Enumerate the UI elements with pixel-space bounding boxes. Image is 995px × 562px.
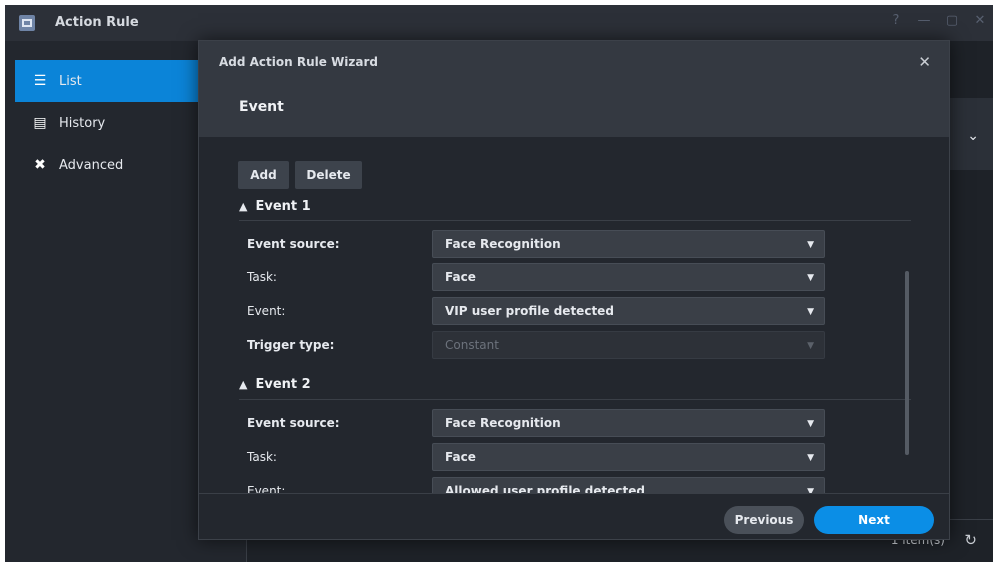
dropdown-arrow-icon: ▼ xyxy=(807,453,814,463)
tools-icon: ✖ xyxy=(34,157,46,173)
refresh-icon[interactable]: ↻ xyxy=(964,531,977,549)
trigger-type-label: Trigger type: xyxy=(247,338,335,352)
dropdown-arrow-icon: ▼ xyxy=(807,240,814,250)
task-label: Task: xyxy=(247,450,277,464)
divider xyxy=(239,220,911,221)
task-select[interactable]: Face ▼ xyxy=(432,263,825,291)
select-value: Face xyxy=(445,450,476,464)
wizard-title: Add Action Rule Wizard xyxy=(219,55,379,69)
event-2-header[interactable]: ▲ Event 2 xyxy=(239,377,311,392)
help-icon[interactable]: ? xyxy=(889,13,903,28)
dropdown-arrow-icon: ▼ xyxy=(807,419,814,429)
app-icon xyxy=(19,15,35,31)
chevron-up-icon: ▲ xyxy=(239,378,248,391)
event-select[interactable]: VIP user profile detected ▼ xyxy=(432,297,825,325)
event-source-select[interactable]: Face Recognition ▼ xyxy=(432,409,825,437)
event-source-label: Event source: xyxy=(247,237,340,251)
trigger-type-select: Constant ▼ xyxy=(432,331,825,359)
select-value: Face xyxy=(445,270,476,284)
select-value: Face Recognition xyxy=(445,237,561,251)
previous-button[interactable]: Previous xyxy=(724,506,804,534)
dropdown-arrow-icon: ▼ xyxy=(807,273,814,283)
close-icon[interactable]: ✕ xyxy=(918,53,931,71)
add-action-rule-dialog: Add Action Rule Wizard Event ✕ Add Delet… xyxy=(198,40,950,540)
event-source-select[interactable]: Face Recognition ▼ xyxy=(432,230,825,258)
add-button[interactable]: Add xyxy=(238,161,289,189)
scrollbar-thumb[interactable] xyxy=(905,271,909,455)
dialog-footer: Previous Next xyxy=(199,493,949,539)
minimize-icon[interactable]: — xyxy=(917,13,931,28)
select-value: VIP user profile detected xyxy=(445,304,614,318)
event-label: Event: xyxy=(247,484,286,493)
dialog-body: Add Delete ▲ Event 1 Event source: Face … xyxy=(199,137,949,493)
select-value: Face Recognition xyxy=(445,416,561,430)
maximize-icon[interactable]: ▢ xyxy=(945,13,959,28)
event-source-label: Event source: xyxy=(247,416,340,430)
history-icon: ▤ xyxy=(33,115,47,131)
task-select[interactable]: Face ▼ xyxy=(432,443,825,471)
divider xyxy=(239,399,911,400)
event-select[interactable]: Allowed user profile detected ▼ xyxy=(432,477,825,493)
task-label: Task: xyxy=(247,270,277,284)
sidebar-item-label: List xyxy=(59,73,82,89)
close-window-icon[interactable]: ✕ xyxy=(973,13,987,28)
window-controls: ? — ▢ ✕ xyxy=(889,13,987,28)
event-1-header[interactable]: ▲ Event 1 xyxy=(239,199,311,214)
dialog-header: Add Action Rule Wizard Event ✕ xyxy=(199,41,949,137)
title-bar: Action Rule ? — ▢ ✕ xyxy=(5,5,993,41)
dropdown-arrow-icon: ▼ xyxy=(807,307,814,317)
chevron-down-icon[interactable]: ⌄ xyxy=(967,128,979,144)
dropdown-arrow-icon: ▼ xyxy=(807,341,814,351)
sidebar-item-label: History xyxy=(59,115,106,131)
next-button[interactable]: Next xyxy=(814,506,934,534)
event-title: Event 1 xyxy=(255,199,311,214)
select-value: Allowed user profile detected xyxy=(445,484,645,493)
sidebar-item-label: Advanced xyxy=(59,157,124,173)
step-title: Event xyxy=(239,99,284,115)
select-value: Constant xyxy=(445,338,499,352)
event-title: Event 2 xyxy=(255,377,311,392)
delete-button[interactable]: Delete xyxy=(295,161,362,189)
list-icon: ☰ xyxy=(33,73,47,89)
app-title: Action Rule xyxy=(55,15,139,30)
chevron-up-icon: ▲ xyxy=(239,200,248,213)
event-label: Event: xyxy=(247,304,286,318)
